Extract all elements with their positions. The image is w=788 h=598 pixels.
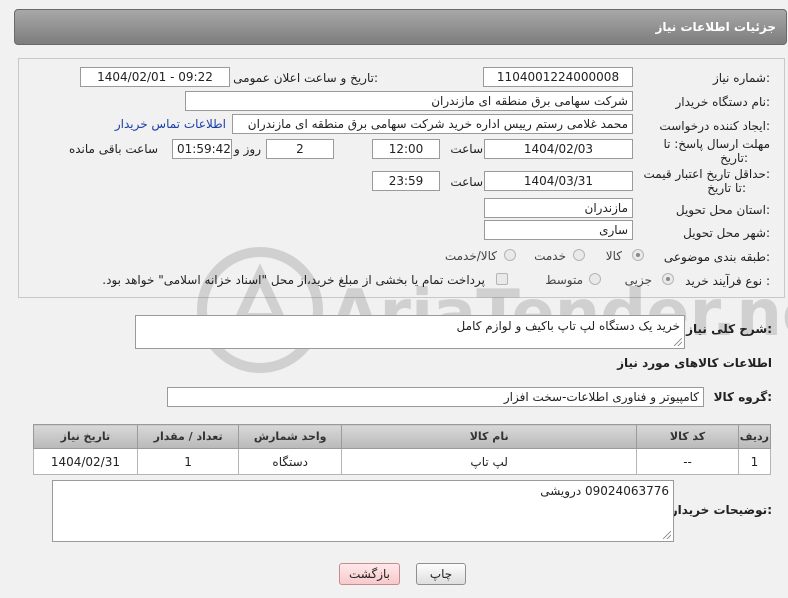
description-text: خرید یک دستگاه لپ تاپ باکیف و لوازم کامل (456, 319, 680, 333)
goods-group-field: کامپیوتر و فناوری اطلاعات-سخت افزار (167, 387, 704, 407)
price-validity-label-2: تا تاریخ: (707, 181, 746, 195)
col-name-header: نام کالا (341, 424, 638, 449)
announce-datetime-field: 1404/02/01 - 09:22 (80, 67, 230, 87)
delivery-city-label: شهر محل تحویل: (683, 226, 770, 240)
buyer-contact-link[interactable]: اطلاعات تماس خریدار (115, 117, 226, 131)
delivery-province-field: مازندران (484, 198, 633, 218)
items-table: ردیف کد کالا نام کالا واحد شمارش تعداد /… (33, 424, 772, 475)
description-label: شرح کلی نیاز: (686, 322, 772, 336)
description-textarea[interactable]: خرید یک دستگاه لپ تاپ باکیف و لوازم کامل (135, 315, 685, 349)
price-validity-time-label: ساعت (450, 175, 483, 189)
reply-deadline-label: مهلت ارسال پاسخ: تا (663, 137, 770, 151)
reply-deadline-label-2: تاریخ: (720, 151, 748, 165)
need-number-field: 1104001224000008 (483, 67, 633, 87)
purchase-radio-minor[interactable] (662, 273, 674, 285)
treasury-payment-note: پرداخت تمام یا بخشی از مبلغ خرید،از محل … (102, 273, 485, 287)
cell-code: -- (636, 448, 739, 475)
buyer-notes-textarea[interactable]: 09024063776 درویشی (52, 480, 674, 542)
cell-row: 1 (737, 448, 772, 475)
resize-grip-icon[interactable] (663, 531, 671, 539)
announce-datetime-label: تاریخ و ساعت اعلان عمومی: (233, 71, 378, 85)
purchase-option-minor: جزیی (624, 273, 652, 287)
page-title: جزئیات اطلاعات نیاز (655, 20, 776, 34)
col-row-header: ردیف (737, 424, 772, 449)
page-header: جزئیات اطلاعات نیاز (14, 9, 787, 45)
treasury-payment-checkbox[interactable] (496, 273, 508, 285)
goods-group-label: گروه کالا: (713, 390, 772, 404)
col-unit-header: واحد شمارش (238, 424, 343, 449)
purchase-radio-medium[interactable] (589, 273, 601, 285)
need-number-label: شماره نیاز: (712, 71, 770, 85)
requester-label: ایجاد کننده درخواست: (659, 119, 770, 133)
cell-unit: دستگاه (238, 448, 343, 475)
price-validity-label: حداقل تاریخ اعتبار قیمت: (643, 167, 770, 181)
days-label: روز و (234, 142, 261, 156)
reply-time-label: ساعت (450, 142, 483, 156)
remaining-time-label: ساعت باقی مانده (68, 142, 158, 156)
buyer-notes-label: توضیحات خریدار: (670, 503, 772, 517)
category-option-goods-service: کالا/خدمت (444, 249, 497, 263)
col-code-header: کد کالا (636, 424, 739, 449)
table-row: 1 -- لپ تاپ دستگاه 1 1404/02/31 (33, 448, 772, 475)
buyer-notes-text: 09024063776 درویشی (540, 484, 669, 498)
price-validity-date-field: 1404/03/31 (484, 171, 633, 191)
cell-qty: 1 (136, 448, 240, 475)
delivery-city-field: ساری (484, 220, 633, 240)
category-radio-goods[interactable] (632, 249, 644, 261)
category-radio-goods-service[interactable] (504, 249, 516, 261)
back-button[interactable]: بازگشت (339, 563, 400, 585)
resize-grip-icon[interactable] (674, 338, 682, 346)
buyer-org-field: شرکت سهامی برق منطقه ای مازندران (185, 91, 633, 111)
requester-field: محمد غلامی رستم رییس اداره خرید شرکت سها… (232, 114, 633, 134)
goods-section-title: اطلاعات کالاهای مورد نیاز (617, 356, 772, 370)
col-date-header: تاریخ نیاز (33, 424, 138, 449)
purchase-type-label: نوع فرآیند خرید : (685, 274, 770, 288)
table-header-row: ردیف کد کالا نام کالا واحد شمارش تعداد /… (33, 424, 772, 449)
price-validity-time-field: 23:59 (372, 171, 440, 191)
reply-date-field: 1404/02/03 (484, 139, 633, 159)
cell-date: 1404/02/31 (33, 448, 138, 475)
category-option-goods: کالا (605, 249, 622, 263)
category-radio-service[interactable] (573, 249, 585, 261)
category-option-service: خدمت (534, 249, 566, 263)
col-qty-header: تعداد / مقدار (136, 424, 240, 449)
cell-name: لپ تاپ (341, 448, 638, 475)
days-field: 2 (266, 139, 334, 159)
buyer-org-label: نام دستگاه خریدار: (675, 95, 771, 109)
reply-time-field: 12:00 (372, 139, 440, 159)
category-label: طبقه بندی موضوعی: (663, 250, 770, 264)
print-button[interactable]: چاپ (416, 563, 466, 585)
remaining-time-field: 01:59:42 (172, 139, 232, 159)
delivery-province-label: استان محل تحویل: (675, 203, 770, 217)
purchase-option-medium: متوسط (545, 273, 583, 287)
